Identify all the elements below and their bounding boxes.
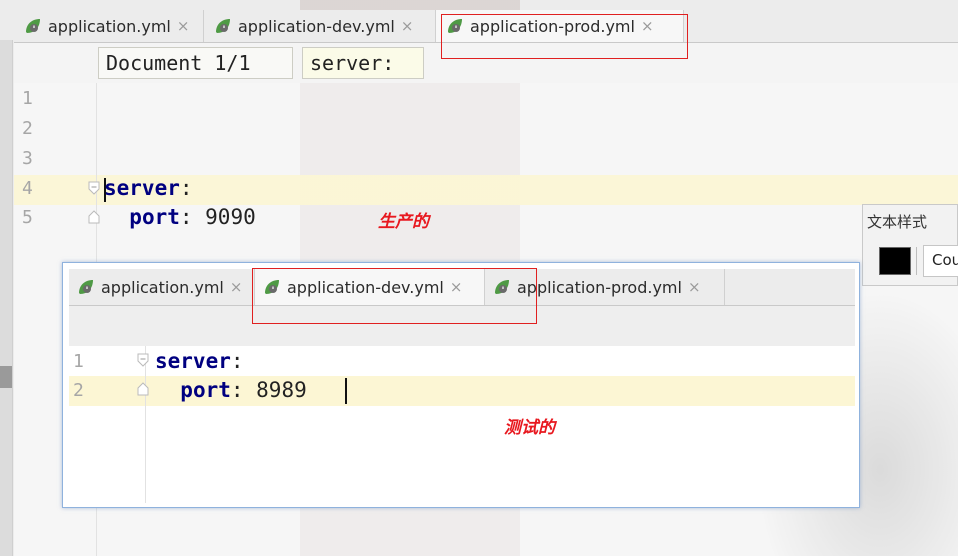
tab-close-icon[interactable]: ×: [230, 278, 243, 296]
fold-end-icon[interactable]: [137, 382, 149, 396]
code-editor-dev[interactable]: 1 2 server: port: 8989: [69, 346, 855, 503]
font-select[interactable]: Cou: [923, 245, 958, 277]
yaml-colon: :: [179, 176, 193, 200]
left-tool-strip: [0, 40, 13, 556]
tab-close-icon[interactable]: ×: [177, 17, 190, 35]
spring-leaf-icon: [79, 280, 93, 294]
line-number: 5: [22, 207, 33, 228]
yaml-indent: [155, 378, 180, 402]
line-number: 1: [73, 351, 84, 372]
line-number: 1: [22, 88, 33, 109]
yaml-indent: [104, 205, 129, 229]
text-style-panel: 文本样式 Cou: [862, 204, 958, 286]
tool-strip-marker: [0, 366, 12, 388]
spring-leaf-icon: [216, 19, 230, 33]
yaml-key: port: [180, 378, 231, 402]
line-number: 4: [22, 178, 33, 199]
code-line-server[interactable]: server:: [155, 349, 244, 373]
line-number: 2: [22, 118, 33, 139]
code-line-server[interactable]: server:: [104, 176, 193, 200]
tab-close-icon[interactable]: ×: [688, 278, 701, 296]
spring-leaf-icon: [26, 19, 40, 33]
breadcrumb-server-node[interactable]: server:: [302, 47, 424, 79]
code-line-port[interactable]: port: 9090: [104, 205, 256, 229]
fold-end-icon[interactable]: [88, 210, 100, 224]
line-number: 2: [73, 380, 84, 401]
yaml-colon: :: [230, 349, 244, 373]
tab-label: application.yml: [48, 16, 171, 36]
panel-divider: [916, 247, 917, 275]
tab-application-dev-yml[interactable]: application-dev.yml ×: [204, 10, 436, 42]
gutter-separator: [145, 346, 146, 503]
tab-close-icon[interactable]: ×: [401, 17, 414, 35]
highlight-box-prod-tab: [441, 14, 688, 59]
fold-start-icon[interactable]: [88, 181, 100, 195]
tab-label: application.yml: [101, 277, 224, 297]
yaml-value: : 8989: [230, 378, 307, 402]
annotation-prod: 生产的: [378, 212, 429, 232]
line-number: 3: [22, 148, 33, 169]
highlight-box-dev-tab: [252, 268, 537, 324]
tab-label: application-dev.yml: [238, 16, 395, 36]
yaml-value: : 9090: [179, 205, 256, 229]
fold-start-icon[interactable]: [137, 353, 149, 367]
annotation-dev: 测试的: [504, 418, 555, 438]
breadcrumb-document[interactable]: Document 1/1: [98, 47, 293, 79]
panel-title: 文本样式: [867, 213, 928, 231]
code-line-port[interactable]: port: 8989: [155, 378, 307, 402]
yaml-key: server: [104, 176, 180, 200]
tab-application-yml[interactable]: application.yml ×: [14, 10, 204, 42]
tab-application-yml[interactable]: application.yml ×: [69, 269, 255, 305]
yaml-key: port: [129, 205, 180, 229]
tab-label: application-prod.yml: [517, 277, 682, 297]
yaml-key: server: [155, 349, 231, 373]
color-swatch[interactable]: [879, 247, 911, 275]
text-caret: [345, 378, 347, 404]
